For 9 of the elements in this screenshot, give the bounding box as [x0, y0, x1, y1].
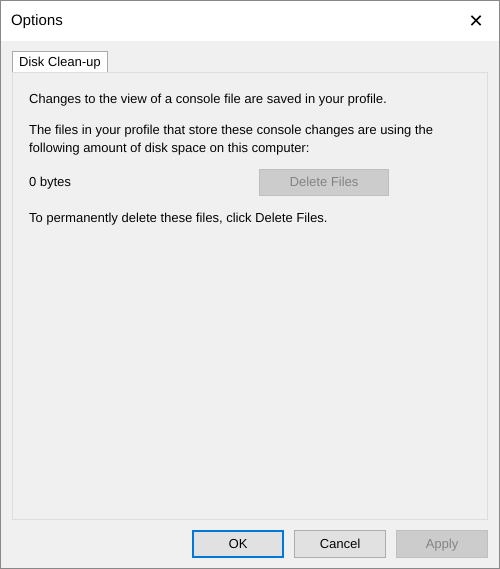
window-title: Options — [11, 10, 63, 31]
close-button[interactable]: ✕ — [453, 1, 499, 41]
dialog-button[interactable]: Cancel — [294, 530, 386, 558]
intro-text: Changes to the view of a console file are saved in your profile. — [29, 90, 388, 108]
dialog-button[interactable]: OK — [192, 530, 284, 558]
size-label: 0 bytes — [29, 173, 72, 192]
usage-text: The files in your profile that store these console changes are using the following amount of disk space on this computer: — [29, 120, 434, 156]
hint-text: To permanently delete these files, click Delete Files. — [29, 208, 328, 227]
tab[interactable]: Disk Clean-up — [12, 51, 108, 72]
